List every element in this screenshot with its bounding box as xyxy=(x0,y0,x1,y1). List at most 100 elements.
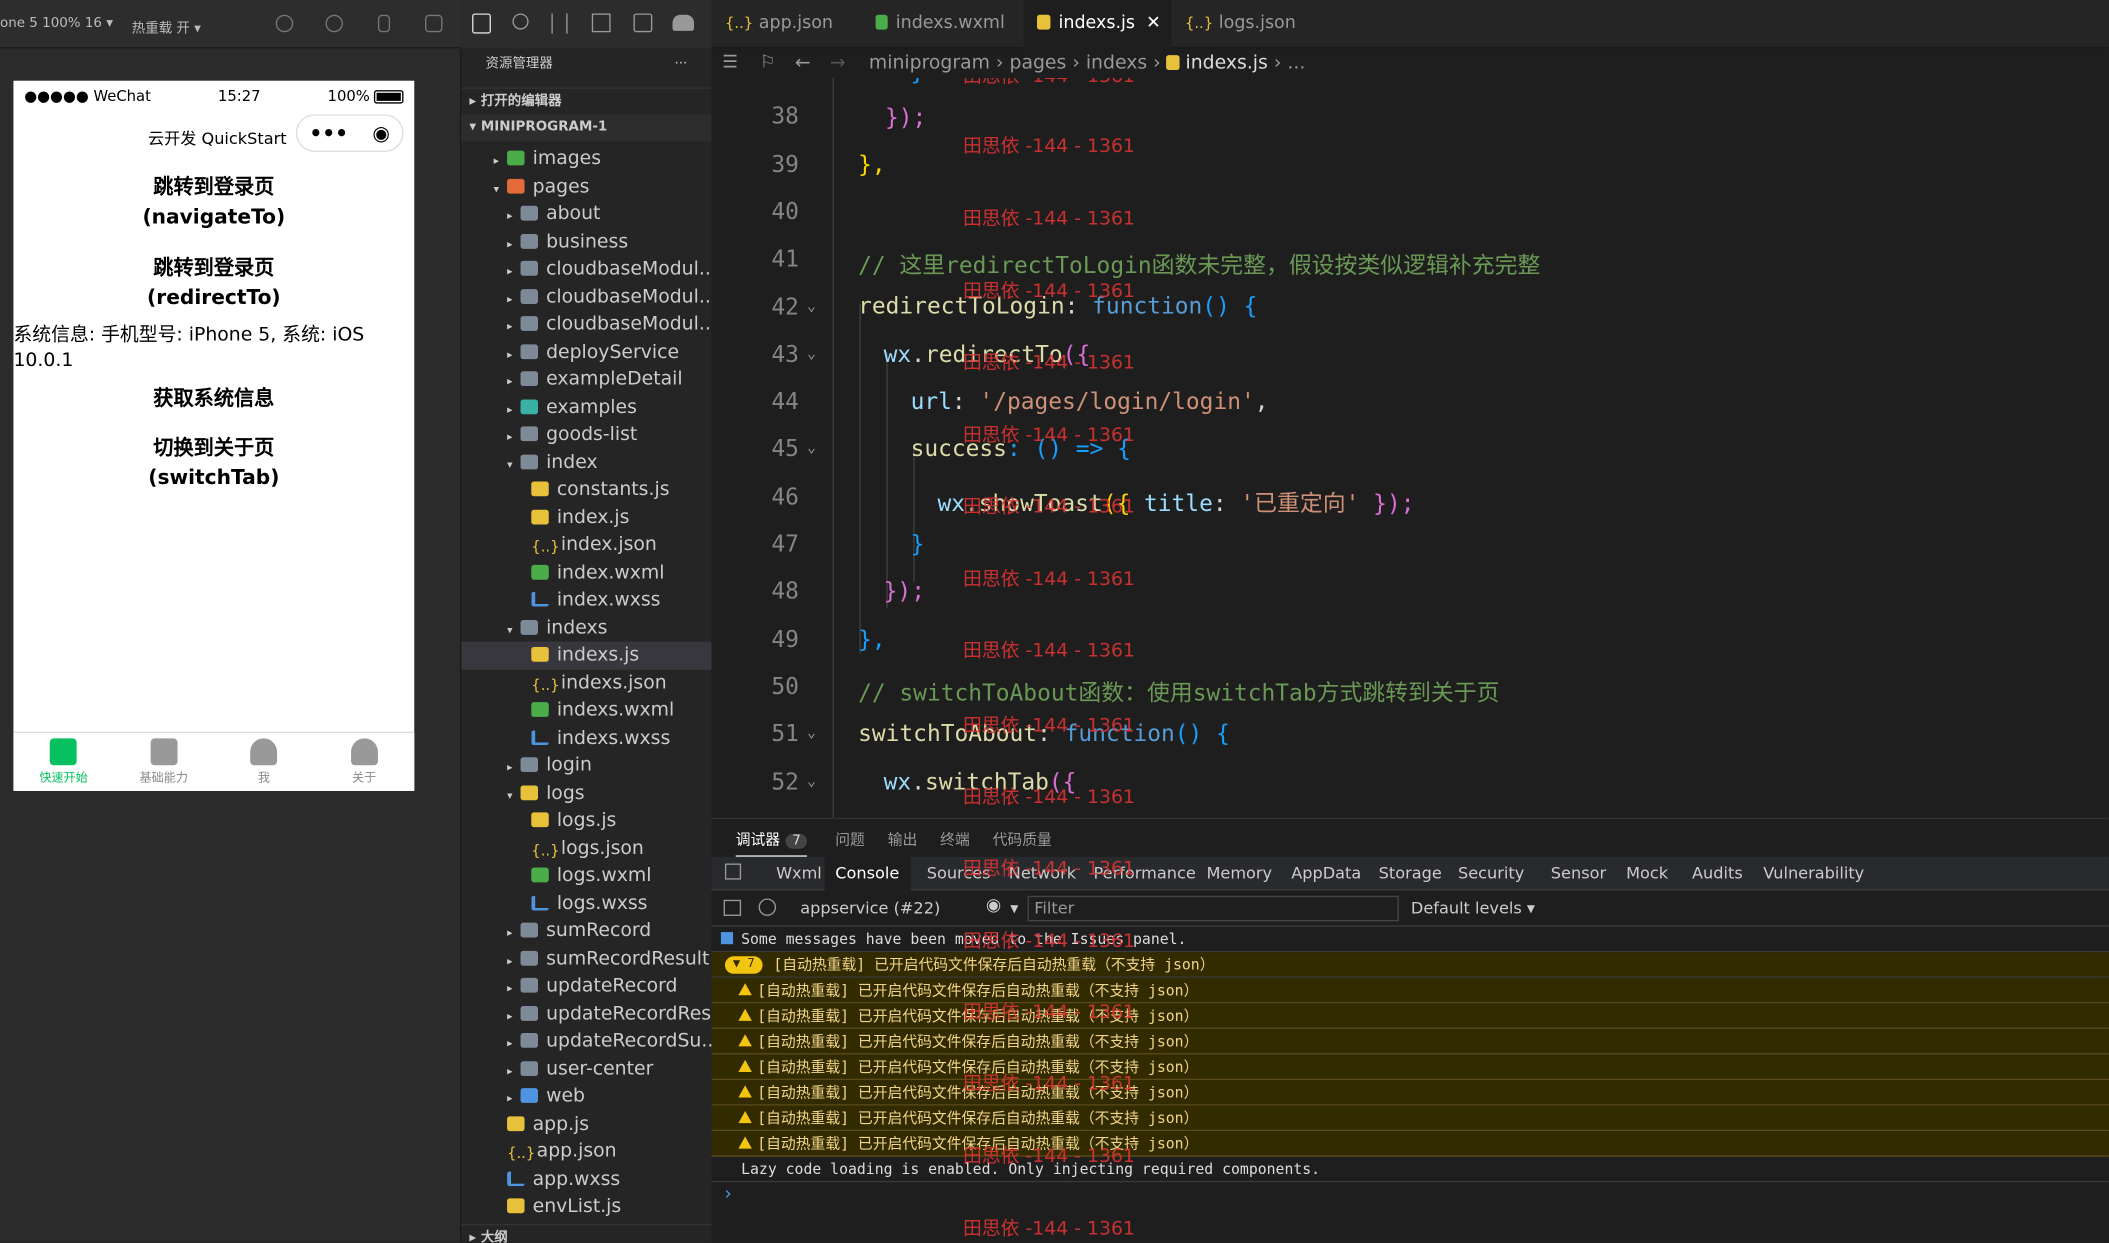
more-icon[interactable]: ••• xyxy=(309,121,348,145)
forward-icon[interactable]: → xyxy=(830,48,846,78)
search-icon[interactable] xyxy=(512,13,529,30)
close-icon[interactable]: ✕ xyxy=(1146,0,1161,48)
fold-chevron-icon[interactable]: ⌄ xyxy=(807,724,816,741)
chevron-right-icon[interactable]: ▸ xyxy=(507,258,520,283)
chevron-right-icon[interactable]: ▸ xyxy=(507,286,520,311)
tab-logs-json[interactable]: {..} logs.json xyxy=(1171,0,1322,48)
tree-item[interactable]: app.js xyxy=(461,1110,711,1138)
open-editors-section[interactable]: ▸ 打开的编辑器 xyxy=(461,87,712,114)
tree-item[interactable]: ▸ images xyxy=(461,145,711,173)
tree-item[interactable]: ▾ index xyxy=(461,449,711,477)
close-circle-icon[interactable]: ◉ xyxy=(372,121,390,145)
group-count-badge[interactable]: ▼ 7 xyxy=(724,956,763,974)
console-prompt[interactable]: › xyxy=(712,1182,2109,1208)
tree-item[interactable]: ▸ user-center xyxy=(461,1055,711,1083)
devtools-tab-sensor[interactable]: Sensor xyxy=(1551,863,1606,882)
devtools-tab-wxml[interactable]: Wxml xyxy=(776,863,822,882)
devtools-tab-appdata[interactable]: AppData xyxy=(1291,863,1361,882)
capsule-menu[interactable]: ••• ◉ xyxy=(295,114,404,152)
tree-item[interactable]: indexs.wxss xyxy=(461,724,711,752)
tree-item[interactable]: ▸ web xyxy=(461,1083,711,1111)
chevron-right-icon[interactable]: ▸ xyxy=(507,1003,520,1028)
tree-item[interactable]: ▸ about xyxy=(461,200,711,228)
tree-item[interactable]: ▸ cloudbaseModul... xyxy=(461,256,711,284)
switch-tab-button[interactable]: 切换到关于页 (switchTab) xyxy=(13,433,414,492)
tree-item[interactable]: ▸ sumRecord xyxy=(461,917,711,945)
devtools-tab-mock[interactable]: Mock xyxy=(1626,863,1668,882)
tab-code-quality[interactable]: 代码质量 xyxy=(993,829,1052,851)
breadcrumb-path[interactable]: miniprogram › pages › indexs › indexs.js… xyxy=(869,48,1305,78)
chevron-right-icon[interactable]: ▸ xyxy=(507,920,520,945)
chevron-right-icon[interactable]: ▸ xyxy=(507,975,520,1000)
chevron-right-icon[interactable]: ▸ xyxy=(507,948,520,973)
devtools-tab-security[interactable]: Security xyxy=(1458,863,1524,882)
tree-item[interactable]: index.js xyxy=(461,504,711,532)
devtools-tab-console[interactable]: Console xyxy=(824,856,911,891)
cloud-icon[interactable] xyxy=(672,14,695,31)
sidebar-toggle-icon[interactable] xyxy=(723,899,742,916)
chevron-right-icon[interactable]: ▸ xyxy=(507,203,520,228)
tree-item[interactable]: app.wxss xyxy=(461,1165,711,1193)
fold-chevron-icon[interactable]: ⌄ xyxy=(807,297,816,314)
tree-item[interactable]: ▸ deployService xyxy=(461,338,711,366)
tree-item[interactable]: ▾ logs xyxy=(461,779,711,807)
devtools-tab-memory[interactable]: Memory xyxy=(1206,863,1272,882)
tab-indexs-js[interactable]: indexs.js ✕ xyxy=(1023,0,1172,49)
tree-item[interactable]: ▸ goods-list xyxy=(461,421,711,449)
tab-problems[interactable]: 问题 xyxy=(835,829,865,851)
stop-icon[interactable] xyxy=(325,14,343,33)
tree-item[interactable]: index.wxss xyxy=(461,586,711,614)
levels-select[interactable]: Default levels ▾ xyxy=(1411,898,1535,917)
devtools-tab-storage[interactable]: Storage xyxy=(1379,863,1442,882)
clear-console-icon[interactable] xyxy=(758,898,777,916)
devtools-tab-vulnerability[interactable]: Vulnerability xyxy=(1763,863,1864,882)
chevron-right-icon[interactable]: ▸ xyxy=(507,313,520,338)
tab-about[interactable]: 关于 xyxy=(314,733,414,791)
tree-item[interactable]: ▾ pages xyxy=(461,173,711,201)
outline-section[interactable]: ▸ 大纲 xyxy=(461,1223,712,1243)
project-section[interactable]: ▾ MINIPROGRAM-1 xyxy=(461,114,712,142)
chevron-right-icon[interactable]: ▸ xyxy=(494,148,507,173)
hotreload-toggle[interactable]: 热重载 开 ▾ xyxy=(132,16,201,37)
tree-item[interactable]: index.wxml xyxy=(461,559,711,587)
back-icon[interactable]: ← xyxy=(795,48,811,78)
extensions-icon[interactable] xyxy=(591,13,611,33)
tree-item[interactable]: envList.js xyxy=(461,1193,711,1221)
redirect-button[interactable]: 跳转到登录页 (redirectTo) xyxy=(13,253,414,312)
tree-item[interactable]: ▾ indexs xyxy=(461,614,711,642)
tab-debugger[interactable]: 调试器 7 xyxy=(735,829,808,857)
tree-item[interactable]: ▸ updateRecord xyxy=(461,972,711,1000)
filter-input[interactable]: Filter xyxy=(1027,895,1399,922)
refresh-icon[interactable] xyxy=(275,14,294,33)
chevron-down-icon[interactable]: ▾ xyxy=(494,176,507,201)
tree-item[interactable]: ▸ examples xyxy=(461,393,711,421)
device-select[interactable]: one 5 100% 16 ▾ xyxy=(0,16,113,31)
window-icon[interactable] xyxy=(425,14,443,33)
tree-item[interactable]: ▸ business xyxy=(461,228,711,256)
chevron-right-icon[interactable]: ▸ xyxy=(507,424,520,449)
navigate-button[interactable]: 跳转到登录页 (navigateTo) xyxy=(13,172,414,231)
tab-me[interactable]: 我 xyxy=(214,733,314,791)
tree-item[interactable]: {..}index.json xyxy=(461,531,711,559)
tree-item[interactable]: ▸ cloudbaseModul... xyxy=(461,283,711,311)
chevron-right-icon[interactable]: ▸ xyxy=(507,341,520,366)
tree-item[interactable]: logs.wxml xyxy=(461,862,711,890)
bookmark-icon[interactable]: ⚐ xyxy=(760,48,776,78)
get-sysinfo-button[interactable]: 获取系统信息 xyxy=(13,383,414,413)
tree-item[interactable]: constants.js xyxy=(461,476,711,504)
chevron-right-icon[interactable]: ▸ xyxy=(507,1058,520,1083)
console-group[interactable]: ▼ 7 [自动热重载] 已开启代码文件保存后自动热重载（不支持 json） xyxy=(711,952,2109,978)
chevron-right-icon[interactable]: ▸ xyxy=(507,396,520,421)
tree-item[interactable]: indexs.js xyxy=(461,641,712,670)
chevron-down-icon[interactable]: ▾ xyxy=(507,782,520,807)
chevron-right-icon[interactable]: ▸ xyxy=(507,755,520,780)
tab-terminal[interactable]: 终端 xyxy=(940,829,970,851)
tab-quickstart[interactable]: 快速开始 xyxy=(13,733,113,791)
source-control-icon[interactable] xyxy=(551,13,568,34)
fold-chevron-icon[interactable]: ⌄ xyxy=(807,439,816,456)
tree-item[interactable]: ▸ cloudbaseModul... xyxy=(461,311,711,339)
chevron-right-icon[interactable]: ▸ xyxy=(507,1085,520,1110)
more-actions-icon[interactable]: ··· xyxy=(674,48,687,80)
tab-output[interactable]: 输出 xyxy=(888,829,918,851)
tree-item[interactable]: {..}app.json xyxy=(461,1138,711,1166)
